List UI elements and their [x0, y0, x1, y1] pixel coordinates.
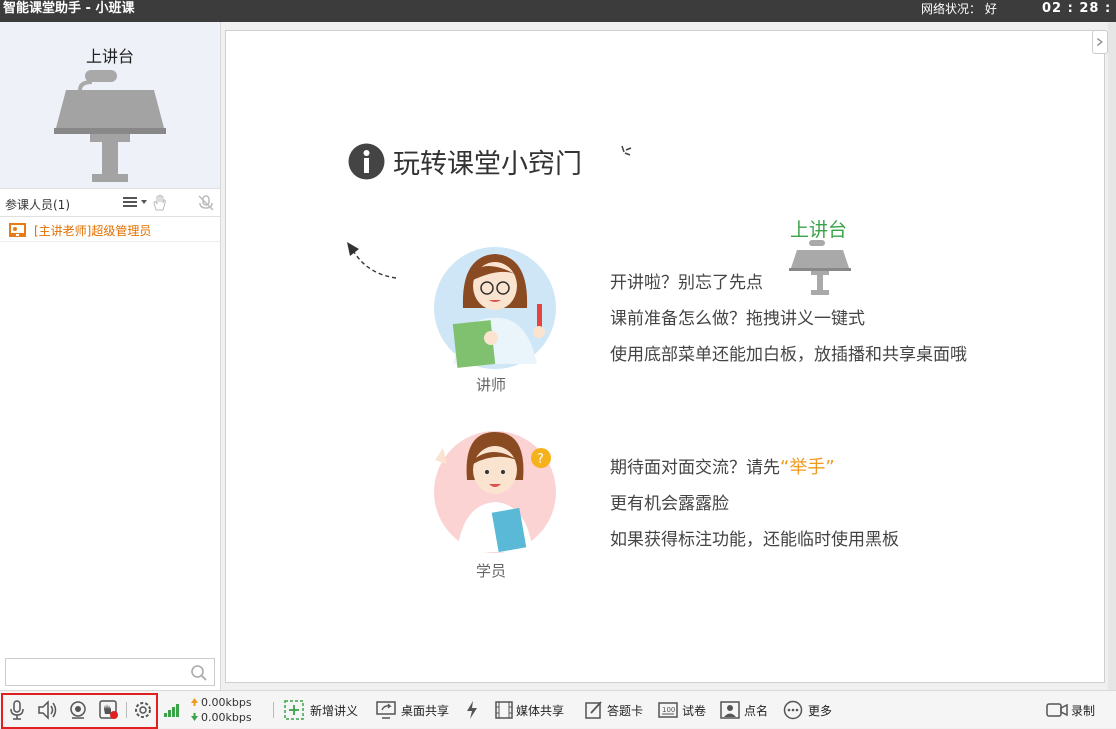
upload-speed: 0.00kbps	[201, 696, 252, 709]
media-share-button[interactable]: 媒体共享	[495, 691, 573, 729]
podium-hint-icon	[789, 240, 851, 295]
teacher-tip-1: 开讲啦？别忘了先点	[610, 273, 763, 293]
upload-arrow-icon	[191, 698, 198, 706]
video-record-icon	[1046, 703, 1068, 717]
sparkle-icon	[621, 145, 632, 156]
record-label: 录制	[1071, 704, 1096, 718]
svg-text:?: ?	[537, 452, 544, 467]
more-button[interactable]: 更多	[783, 691, 835, 729]
add-doc-icon	[284, 700, 304, 720]
raise-hand-icon[interactable]	[152, 194, 168, 212]
mute-all-icon[interactable]	[197, 194, 215, 212]
left-panel: 上讲台 参课人员(1) [主讲老师]超级管理员	[0, 22, 221, 690]
exam-label: 试卷	[682, 704, 707, 718]
film-icon	[495, 701, 513, 719]
roll-call-icon	[720, 701, 740, 719]
chevron-right-icon[interactable]	[1092, 30, 1108, 54]
member-search[interactable]	[5, 658, 215, 686]
right-scroll-strip	[1108, 22, 1116, 690]
pointer-arrow-icon	[347, 242, 397, 279]
answer-card-label: 答题卡	[607, 704, 644, 718]
lightning-icon[interactable]	[465, 700, 479, 720]
members-label: 参课人员(1)	[5, 198, 70, 212]
info-icon	[348, 143, 385, 180]
podium-area[interactable]: 上讲台	[0, 22, 220, 188]
search-input[interactable]	[10, 663, 180, 681]
download-arrow-icon	[191, 713, 198, 721]
window-title: 智能课堂助手 - 小班课	[3, 1, 135, 16]
signal-icon	[164, 704, 179, 717]
media-share-label: 媒体共享	[516, 704, 565, 718]
podium-icon	[54, 70, 166, 182]
more-icon	[783, 700, 803, 720]
bottom-toolbar: 0.00kbps 0.00kbps 新增讲义 桌面共享 媒体共享 答题卡 100…	[0, 690, 1116, 729]
student-tip-1: 期待面对面交流？请先“举手”	[610, 453, 835, 479]
student-tip-3: 如果获得标注功能，还能临时使用黑板	[610, 530, 899, 550]
add-doc-label: 新增讲义	[310, 704, 359, 718]
member-name: [主讲老师]超级管理员	[34, 224, 152, 238]
answer-card-button[interactable]: 答题卡	[585, 691, 649, 729]
more-label: 更多	[808, 704, 833, 718]
desktop-share-icon	[376, 701, 396, 719]
class-timer: 02 : 28 : 40	[1042, 1, 1116, 16]
tips-title: 玩转课堂小窍门	[393, 149, 582, 180]
record-button[interactable]: 录制	[1046, 691, 1102, 729]
teacher-presentation-icon	[9, 223, 26, 237]
svg-text:100: 100	[662, 706, 675, 714]
teacher-tip-3: 使用底部菜单还能加白板，放插播和共享桌面哦	[610, 345, 967, 365]
member-item[interactable]: [主讲老师]超级管理员	[0, 218, 220, 242]
add-doc-button[interactable]: 新增讲义	[284, 691, 364, 729]
title-bar: 智能课堂助手 - 小班课 网络状况： 好 02 : 28 : 40	[0, 0, 1116, 22]
roll-call-label: 点名	[744, 704, 769, 718]
raise-hand-highlight: “举手”	[780, 457, 835, 478]
student-tip-2: 更有机会露露脸	[610, 494, 729, 514]
podium-title: 上讲台	[85, 47, 134, 66]
answer-card-icon	[585, 701, 602, 719]
teacher-avatar	[434, 247, 556, 369]
roll-call-button[interactable]: 点名	[720, 691, 772, 729]
desktop-share-label: 桌面共享	[401, 704, 450, 718]
device-controls-highlight	[1, 693, 158, 729]
student-tip-1-prefix: 期待面对面交流？请先	[610, 458, 780, 478]
search-icon[interactable]	[190, 664, 208, 682]
separator	[273, 702, 274, 718]
members-header: 参课人员(1)	[0, 188, 220, 217]
exam-icon: 100	[658, 702, 678, 718]
desktop-share-button[interactable]: 桌面共享	[376, 691, 456, 729]
teacher-label: 讲师	[476, 376, 507, 394]
network-status: 网络状况： 好	[921, 2, 997, 16]
exam-button[interactable]: 100 试卷	[658, 691, 710, 729]
student-avatar: ?	[434, 431, 556, 553]
teacher-tip-2: 课前准备怎么做？拖拽讲义一键式	[610, 309, 865, 329]
list-menu-icon[interactable]	[123, 194, 149, 210]
podium-hint-label: 上讲台	[790, 219, 848, 241]
download-speed: 0.00kbps	[201, 711, 252, 724]
student-label: 学员	[476, 562, 507, 580]
